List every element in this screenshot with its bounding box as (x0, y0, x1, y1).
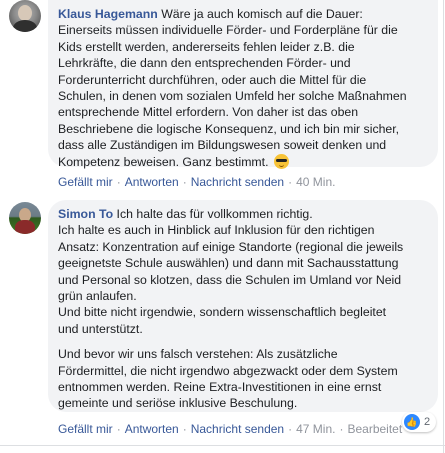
comment-text-line: Beschriebene die logische Konsequenz, un… (58, 121, 400, 136)
sunglasses-emoji-icon (273, 153, 289, 169)
comment-bubble: Klaus Hagemann Wäre ja auch komisch auf … (48, 0, 438, 169)
send-message-link[interactable]: Nachricht senden (191, 422, 284, 436)
timestamp[interactable]: 40 Min. (296, 175, 335, 189)
comment-text-line: Ich halte das für vollkommen richtig. (116, 207, 313, 221)
comment-text-line: Lehrkräfte, die dann den entsprechenden … (58, 56, 351, 71)
send-message-link[interactable]: Nachricht senden (191, 175, 284, 189)
comment-text-line: Kids erstellt werden, andererseits fehle… (58, 39, 355, 54)
comment-text-line: und Personal so klotzen, dass die Schule… (58, 272, 402, 287)
comment-text-line: geeignetste Schule auswählen) und dann m… (58, 256, 399, 271)
comment-text-line: entsprechende Mittel erfordern. Von dahe… (58, 105, 359, 120)
comment-actions: Gefällt mir · Antworten · Nachricht senden · 4… (58, 422, 403, 436)
comment-text-line: Schulen, in denen vom sozialen Umfeld he… (58, 89, 407, 104)
edited-label[interactable]: Bearbeitet (347, 422, 402, 436)
column-border (443, 0, 444, 453)
comment-text-line: grün anlaufen. (58, 289, 137, 304)
reply-link[interactable]: Antworten (125, 175, 179, 189)
comment-text-line: dass alle Zuständigen im Bildungswesen s… (58, 138, 387, 153)
comment-text-line: Forderunterricht durchführen, oder auch … (58, 72, 367, 87)
comment-text-line: Und bitte nicht irgendwie, sondern wisse… (58, 305, 387, 320)
like-link[interactable]: Gefällt mir (58, 422, 113, 436)
comment-bubble: Simon To Ich halte das für vollkommen ri… (48, 200, 438, 412)
comment-text-line: entnommen werden. Reine Extra-Investitio… (58, 380, 382, 395)
reaction-count-badge[interactable]: 👍 2 (402, 412, 437, 432)
comment-text-line: gemeinte und seriöse inklusive Beschulun… (58, 396, 298, 411)
like-icon: 👍 (404, 414, 420, 430)
comment-text-line: Einerseits müssen individuelle Förder- u… (58, 23, 398, 38)
avatar[interactable] (9, 0, 41, 32)
avatar[interactable] (9, 202, 41, 234)
comment-text-line: Ansatz: Konzentration auf einige Standor… (58, 239, 404, 254)
reaction-count: 2 (424, 416, 431, 428)
comment-text-line: Ich halte es auch in Hinblick auf Inklus… (58, 223, 375, 238)
comment-text-line: Fördermittel, die nicht irgendwo abgezwa… (58, 363, 398, 378)
comment-text-line: Und bevor wir uns falsch verstehen: Als … (58, 347, 338, 362)
comment-actions: Gefällt mir · Antworten · Nachricht senden · 4… (58, 175, 336, 189)
timestamp[interactable]: 47 Min. (296, 422, 335, 436)
comment-text-line: Kompetenz beweisen. Ganz bestimmt. (58, 154, 269, 169)
comment-text-line: Wäre ja auch komisch auf die Dauer: (161, 7, 363, 21)
like-link[interactable]: Gefällt mir (58, 175, 113, 189)
comment-text-line: und unterstützt. (58, 321, 143, 336)
comment-author[interactable]: Simon To (58, 207, 113, 221)
bottom-divider (0, 445, 445, 446)
reply-link[interactable]: Antworten (125, 422, 179, 436)
comment-author[interactable]: Klaus Hagemann (58, 7, 158, 21)
